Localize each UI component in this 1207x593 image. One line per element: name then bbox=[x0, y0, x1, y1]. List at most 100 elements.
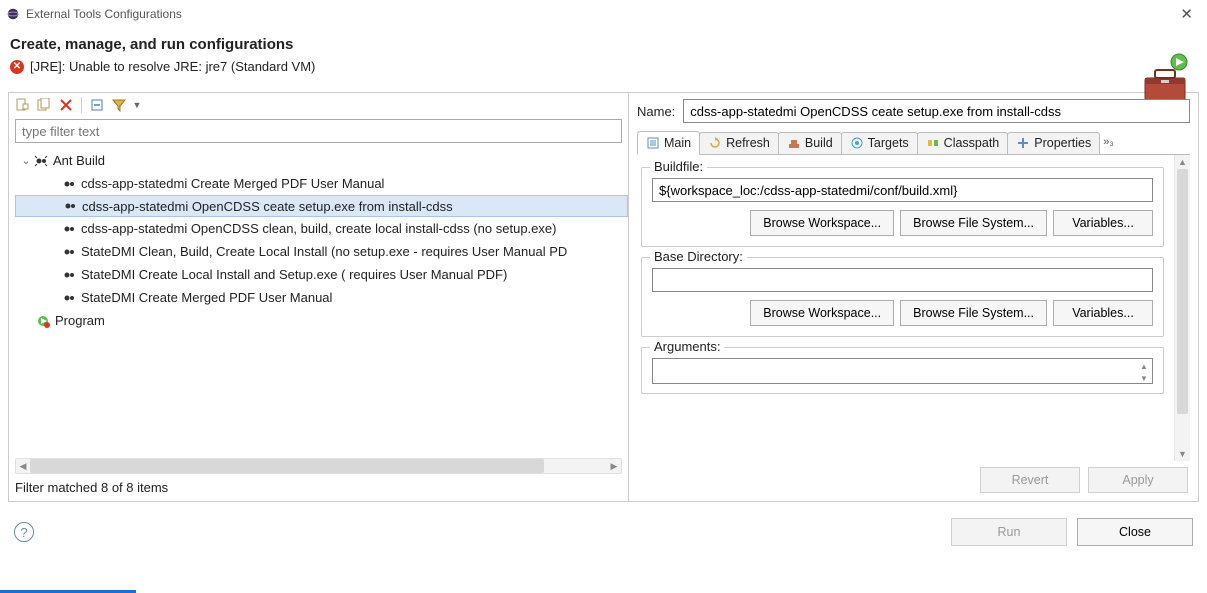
tree-item[interactable]: cdss-app-statedmi OpenCDSS clean, build,… bbox=[15, 217, 628, 240]
tree-node-ant-build[interactable]: ⌄ Ant Build bbox=[15, 149, 628, 172]
tab-overflow-icon[interactable]: »₃ bbox=[1099, 134, 1118, 150]
help-icon[interactable]: ? bbox=[14, 522, 34, 542]
arguments-input[interactable] bbox=[652, 358, 1153, 384]
tab-main[interactable]: Main bbox=[637, 131, 700, 155]
revert-button[interactable]: Revert bbox=[980, 467, 1080, 493]
tab-bar: Main Refresh Build Targets Classpath bbox=[637, 129, 1190, 155]
scroll-down-icon[interactable]: ▼ bbox=[1175, 447, 1190, 461]
variables-button[interactable]: Variables... bbox=[1053, 210, 1153, 236]
ant-icon bbox=[61, 290, 77, 306]
buildfile-input[interactable] bbox=[652, 178, 1153, 202]
tree-node-label: Ant Build bbox=[53, 153, 105, 168]
tab-label: Classpath bbox=[944, 136, 1000, 150]
apply-button[interactable]: Apply bbox=[1088, 467, 1188, 493]
name-label: Name: bbox=[637, 104, 675, 119]
tab-properties[interactable]: Properties bbox=[1007, 132, 1100, 154]
tree-item-label: StateDMI Create Merged PDF User Manual bbox=[81, 290, 332, 305]
properties-icon bbox=[1016, 136, 1030, 150]
ant-icon bbox=[33, 153, 49, 169]
toolbar-menu-chevron-icon[interactable]: ▼ bbox=[132, 96, 142, 114]
variables-button[interactable]: Variables... bbox=[1053, 300, 1153, 326]
tree-item-label: StateDMI Clean, Build, Create Local Inst… bbox=[81, 244, 567, 259]
tree-node-label: Program bbox=[55, 313, 105, 328]
header: Create, manage, and run configurations ✕… bbox=[0, 24, 1207, 92]
tab-refresh[interactable]: Refresh bbox=[699, 132, 779, 154]
tree-node-program[interactable]: Program bbox=[15, 309, 628, 332]
ant-icon bbox=[61, 176, 77, 192]
left-panel: ▼ ⌄ Ant Build cdss-app-statedmi Create M… bbox=[9, 93, 629, 501]
main-tab-icon bbox=[646, 136, 660, 150]
ant-icon bbox=[61, 267, 77, 283]
scroll-right-icon[interactable]: ▶ bbox=[607, 459, 621, 473]
tab-label: Build bbox=[805, 136, 833, 150]
tree-item-label: cdss-app-statedmi Create Merged PDF User… bbox=[81, 176, 384, 191]
window-title: External Tools Configurations bbox=[26, 7, 182, 21]
ant-icon bbox=[62, 198, 78, 214]
vertical-scrollbar[interactable]: ▲ ▼ bbox=[1174, 155, 1190, 461]
config-tree[interactable]: ⌄ Ant Build cdss-app-statedmi Create Mer… bbox=[9, 147, 628, 454]
build-icon bbox=[787, 136, 801, 150]
tab-label: Properties bbox=[1034, 136, 1091, 150]
close-button[interactable]: Close bbox=[1077, 518, 1193, 546]
classpath-icon bbox=[926, 136, 940, 150]
ant-icon bbox=[61, 221, 77, 237]
ant-icon bbox=[61, 244, 77, 260]
tree-item[interactable]: StateDMI Create Local Install and Setup.… bbox=[15, 263, 628, 286]
browse-filesystem-button[interactable]: Browse File System... bbox=[900, 210, 1047, 236]
browse-workspace-button[interactable]: Browse Workspace... bbox=[750, 300, 894, 326]
close-icon[interactable]: ✕ bbox=[1174, 5, 1199, 23]
chevron-down-icon[interactable]: ⌄ bbox=[19, 154, 33, 167]
buildfile-label: Buildfile: bbox=[650, 159, 707, 174]
scrollbar-thumb[interactable] bbox=[30, 459, 544, 473]
page-title: Create, manage, and run configurations bbox=[10, 36, 1193, 53]
scroll-up-icon[interactable]: ▲ bbox=[1175, 155, 1190, 169]
error-line: ✕ [JRE]: Unable to resolve JRE: jre7 (St… bbox=[10, 59, 1193, 74]
tree-item-label: cdss-app-statedmi OpenCDSS ceate setup.e… bbox=[82, 199, 453, 214]
tab-label: Refresh bbox=[726, 136, 770, 150]
base-directory-label: Base Directory: bbox=[650, 249, 747, 264]
toolbar-separator bbox=[81, 97, 82, 113]
eclipse-icon bbox=[6, 7, 20, 21]
arguments-label: Arguments: bbox=[650, 339, 724, 354]
tab-targets[interactable]: Targets bbox=[841, 132, 918, 154]
footer: ? Run Close bbox=[0, 508, 1207, 550]
chevron-up-icon[interactable]: ▲ bbox=[1137, 360, 1151, 373]
browse-filesystem-button[interactable]: Browse File System... bbox=[900, 300, 1047, 326]
chevron-down-icon[interactable]: ▼ bbox=[1137, 373, 1151, 386]
left-toolbar: ▼ bbox=[9, 93, 628, 117]
tree-item[interactable]: StateDMI Clean, Build, Create Local Inst… bbox=[15, 240, 628, 263]
collapse-all-icon[interactable] bbox=[88, 96, 106, 114]
run-button[interactable]: Run bbox=[951, 518, 1067, 546]
tree-item[interactable]: cdss-app-statedmi OpenCDSS ceate setup.e… bbox=[15, 195, 628, 217]
duplicate-config-icon[interactable] bbox=[35, 96, 53, 114]
horizontal-scrollbar[interactable]: ◀ ▶ bbox=[15, 458, 622, 474]
tree-item[interactable]: cdss-app-statedmi Create Merged PDF User… bbox=[15, 172, 628, 195]
error-text: [JRE]: Unable to resolve JRE: jre7 (Stan… bbox=[30, 59, 315, 74]
main-region: ▼ ⌄ Ant Build cdss-app-statedmi Create M… bbox=[8, 92, 1199, 502]
base-directory-input[interactable] bbox=[652, 268, 1153, 292]
program-icon bbox=[35, 313, 51, 329]
filter-status: Filter matched 8 of 8 items bbox=[9, 476, 628, 501]
name-input[interactable] bbox=[683, 99, 1190, 123]
base-directory-group: Base Directory: Browse Workspace... Brow… bbox=[641, 257, 1164, 337]
arguments-group: Arguments: ▲▼ bbox=[641, 347, 1164, 394]
titlebar: External Tools Configurations ✕ bbox=[0, 0, 1207, 24]
right-panel: Name: Main Refresh Build Targ bbox=[629, 93, 1198, 501]
error-icon: ✕ bbox=[10, 60, 24, 74]
tab-build[interactable]: Build bbox=[778, 132, 842, 154]
tree-item-label: cdss-app-statedmi OpenCDSS clean, build,… bbox=[81, 221, 556, 236]
scrollbar-thumb[interactable] bbox=[1177, 169, 1188, 414]
browse-workspace-button[interactable]: Browse Workspace... bbox=[750, 210, 894, 236]
refresh-icon bbox=[708, 136, 722, 150]
tab-classpath[interactable]: Classpath bbox=[917, 132, 1009, 154]
tree-item[interactable]: StateDMI Create Merged PDF User Manual bbox=[15, 286, 628, 309]
scroll-left-icon[interactable]: ◀ bbox=[16, 459, 30, 473]
targets-icon bbox=[850, 136, 864, 150]
tab-label: Targets bbox=[868, 136, 909, 150]
filter-input[interactable] bbox=[15, 119, 622, 143]
tab-body: Buildfile: Browse Workspace... Browse Fi… bbox=[637, 155, 1190, 461]
arguments-spinner[interactable]: ▲▼ bbox=[1137, 360, 1151, 385]
delete-config-icon[interactable] bbox=[57, 96, 75, 114]
filter-icon[interactable] bbox=[110, 96, 128, 114]
new-config-icon[interactable] bbox=[13, 96, 31, 114]
